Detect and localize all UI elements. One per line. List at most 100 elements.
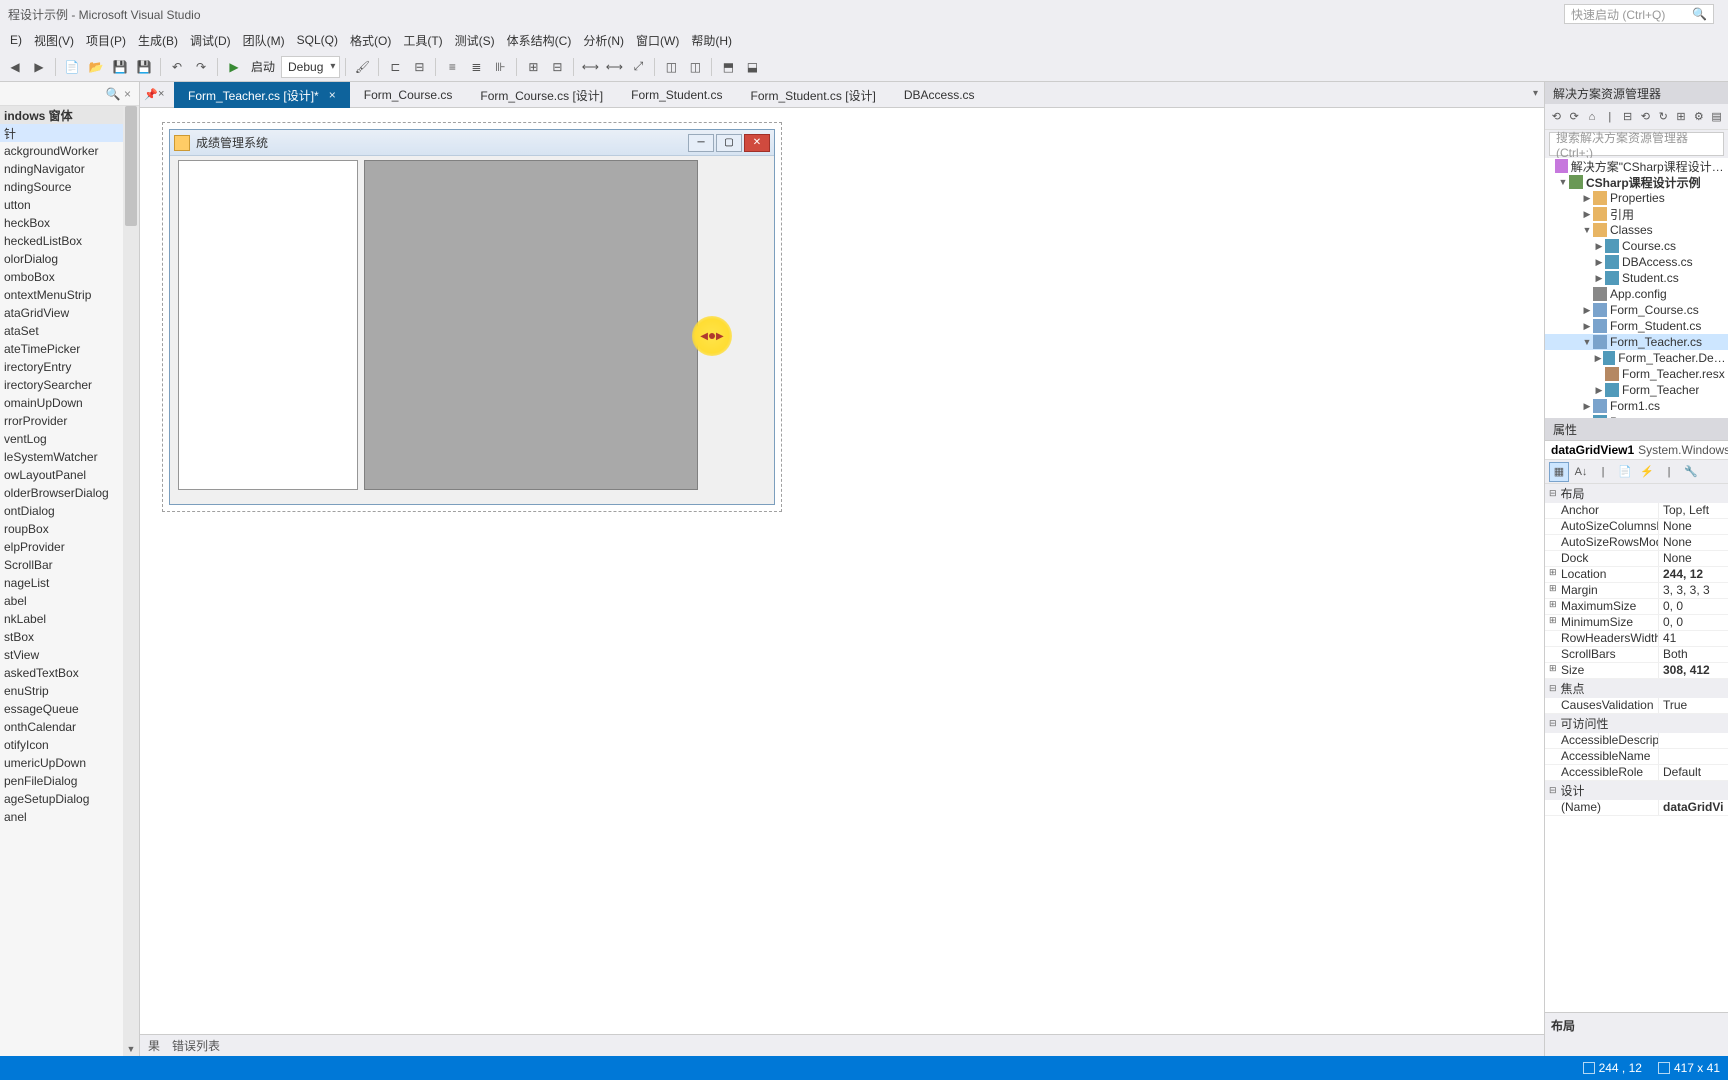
menu-item[interactable]: 分析(N) — [577, 30, 630, 51]
open-icon[interactable]: 📂 — [85, 56, 107, 78]
toolbox-item[interactable]: ontextMenuStrip — [0, 286, 139, 304]
menu-item[interactable]: 生成(B) — [132, 30, 184, 51]
menu-item[interactable]: 帮助(H) — [685, 30, 738, 51]
categorized-icon[interactable]: ▦ — [1549, 462, 1569, 482]
align-h2-icon[interactable]: ≣ — [465, 56, 487, 78]
output-tab[interactable]: 果 — [148, 1037, 160, 1054]
collapse-icon[interactable]: ⊟ — [1620, 108, 1635, 126]
menu-item[interactable]: 调试(D) — [184, 30, 237, 51]
events-icon[interactable]: ⚡ — [1637, 462, 1657, 482]
toolbox-item[interactable]: ventLog — [0, 430, 139, 448]
redo-icon[interactable]: ↷ — [190, 56, 212, 78]
alphabetical-icon[interactable]: A↓ — [1571, 462, 1591, 482]
send-back-icon[interactable]: ⬓ — [741, 56, 763, 78]
property-row[interactable]: CausesValidationTrue — [1545, 698, 1728, 714]
menu-item[interactable]: 测试(S) — [449, 30, 501, 51]
property-row[interactable]: AutoSizeColumnsModeNone — [1545, 519, 1728, 535]
tab-overflow-icon[interactable]: ▾ — [1533, 88, 1538, 99]
toolbox-item[interactable]: roupBox — [0, 520, 139, 538]
tree-item[interactable]: ▼CSharp课程设计示例 — [1545, 174, 1728, 190]
property-row[interactable]: ⊞MaximumSize0, 0 — [1545, 599, 1728, 615]
pin-icon[interactable]: 📌 — [144, 88, 158, 101]
tree-item[interactable]: App.config — [1545, 286, 1728, 302]
tree-item[interactable]: ▼Form_Teacher.cs — [1545, 334, 1728, 350]
property-row[interactable]: ⊞Location244, 12 — [1545, 567, 1728, 583]
tree-item[interactable]: ▶Form_Course.cs — [1545, 302, 1728, 318]
align-left-icon[interactable]: ⊏ — [384, 56, 406, 78]
forward-icon[interactable]: ▶ — [28, 56, 50, 78]
toolbox-item[interactable]: stBox — [0, 628, 139, 646]
menu-item[interactable]: 窗口(W) — [630, 30, 685, 51]
toolbox-item[interactable]: essageQueue — [0, 700, 139, 718]
toolbox-item[interactable]: nageList — [0, 574, 139, 592]
toolbox-category[interactable]: indows 窗体 — [0, 106, 139, 124]
property-row[interactable]: AccessibleName — [1545, 749, 1728, 765]
document-tab[interactable]: Form_Teacher.cs [设计]* — [174, 82, 350, 108]
config-combo[interactable]: Debug — [281, 56, 340, 78]
toolbox-item[interactable]: ontDialog — [0, 502, 139, 520]
spacing-v-icon[interactable]: ⊟ — [546, 56, 568, 78]
home2-icon[interactable]: ⌂ — [1585, 108, 1600, 126]
minimize-button[interactable]: ─ — [688, 134, 714, 152]
toolbox-item[interactable]: ScrollBar — [0, 556, 139, 574]
property-category[interactable]: ⊟焦点 — [1545, 679, 1728, 698]
toolbox-scrollbar[interactable]: ▲ ▼ — [123, 106, 139, 1056]
align-h3-icon[interactable]: ⊪ — [489, 56, 511, 78]
document-tab[interactable]: DBAccess.cs — [890, 82, 989, 108]
toolbox-item[interactable]: ackgroundWorker — [0, 142, 139, 160]
toolbox-item[interactable]: leSystemWatcher — [0, 448, 139, 466]
toolbox-item[interactable]: otifyIcon — [0, 736, 139, 754]
maximize-button[interactable]: ▢ — [716, 134, 742, 152]
tree-item[interactable]: ▼Classes — [1545, 222, 1728, 238]
toolbox-item[interactable]: askedTextBox — [0, 664, 139, 682]
toolbox-item[interactable]: ndingNavigator — [0, 160, 139, 178]
tree-item[interactable]: ▶Form1.cs — [1545, 398, 1728, 414]
toolbox-item[interactable]: ataGridView — [0, 304, 139, 322]
property-row[interactable]: ⊞Size308, 412 — [1545, 663, 1728, 679]
tree-item[interactable]: 解决方案"CSharp课程设计示例"(1 — [1545, 158, 1728, 174]
toolbox-item[interactable]: owLayoutPanel — [0, 466, 139, 484]
toolbox-item[interactable]: heckedListBox — [0, 232, 139, 250]
sync-icon[interactable]: ⟲ — [1638, 108, 1653, 126]
tree-item[interactable]: ▶Form_Student.cs — [1545, 318, 1728, 334]
tree-item[interactable]: ▶Student.cs — [1545, 270, 1728, 286]
property-row[interactable]: DockNone — [1545, 551, 1728, 567]
toolbox-item[interactable]: nkLabel — [0, 610, 139, 628]
toolbox-item[interactable]: irectorySearcher — [0, 376, 139, 394]
tree-item[interactable]: Form_Teacher.resx — [1545, 366, 1728, 382]
document-tab[interactable]: Form_Course.cs — [350, 82, 467, 108]
solution-search[interactable]: 搜索解决方案资源管理器(Ctrl+;) — [1549, 132, 1724, 156]
properties-icon[interactable]: 📄 — [1615, 462, 1635, 482]
refresh-icon[interactable]: ↻ — [1656, 108, 1671, 126]
toolbox-pointer[interactable]: 针 — [0, 124, 139, 142]
run-label[interactable]: 启动 — [247, 58, 279, 75]
align-h1-icon[interactable]: ≡ — [441, 56, 463, 78]
tree-item[interactable]: ▶Properties — [1545, 190, 1728, 206]
toolbox-item[interactable]: anel — [0, 808, 139, 826]
property-row[interactable]: AccessibleRoleDefault — [1545, 765, 1728, 781]
toolbox-item[interactable]: penFileDialog — [0, 772, 139, 790]
toolbox-item[interactable]: rrorProvider — [0, 412, 139, 430]
toolbox-search[interactable]: 🔍 × — [0, 82, 139, 106]
menu-item[interactable]: 工具(T) — [397, 30, 448, 51]
property-row[interactable]: RowHeadersWidth41 — [1545, 631, 1728, 647]
preview-icon[interactable]: ▤ — [1709, 108, 1724, 126]
document-tab[interactable]: Form_Course.cs [设计] — [466, 82, 617, 108]
align-center-icon[interactable]: ⊟ — [408, 56, 430, 78]
document-tab[interactable]: Form_Student.cs — [617, 82, 736, 108]
paint-icon[interactable]: 🖌 — [351, 56, 373, 78]
menu-item[interactable]: 项目(P) — [80, 30, 132, 51]
close-icon[interactable]: × — [158, 88, 164, 100]
toolbox-item[interactable]: umericUpDown — [0, 754, 139, 772]
property-row[interactable]: AnchorTop, Left — [1545, 503, 1728, 519]
tree-item[interactable]: ▶引用 — [1545, 206, 1728, 222]
undo-icon[interactable]: ↶ — [166, 56, 188, 78]
toolbox-item[interactable]: abel — [0, 592, 139, 610]
property-row[interactable]: ⊞Margin3, 3, 3, 3 — [1545, 583, 1728, 599]
close-button[interactable]: ✕ — [744, 134, 770, 152]
back-icon[interactable]: ⟳ — [1567, 108, 1582, 126]
menu-item[interactable]: E) — [4, 31, 28, 49]
scroll-thumb[interactable] — [125, 106, 137, 226]
toolbox-item[interactable]: ateTimePicker — [0, 340, 139, 358]
toolbox-item[interactable]: stView — [0, 646, 139, 664]
